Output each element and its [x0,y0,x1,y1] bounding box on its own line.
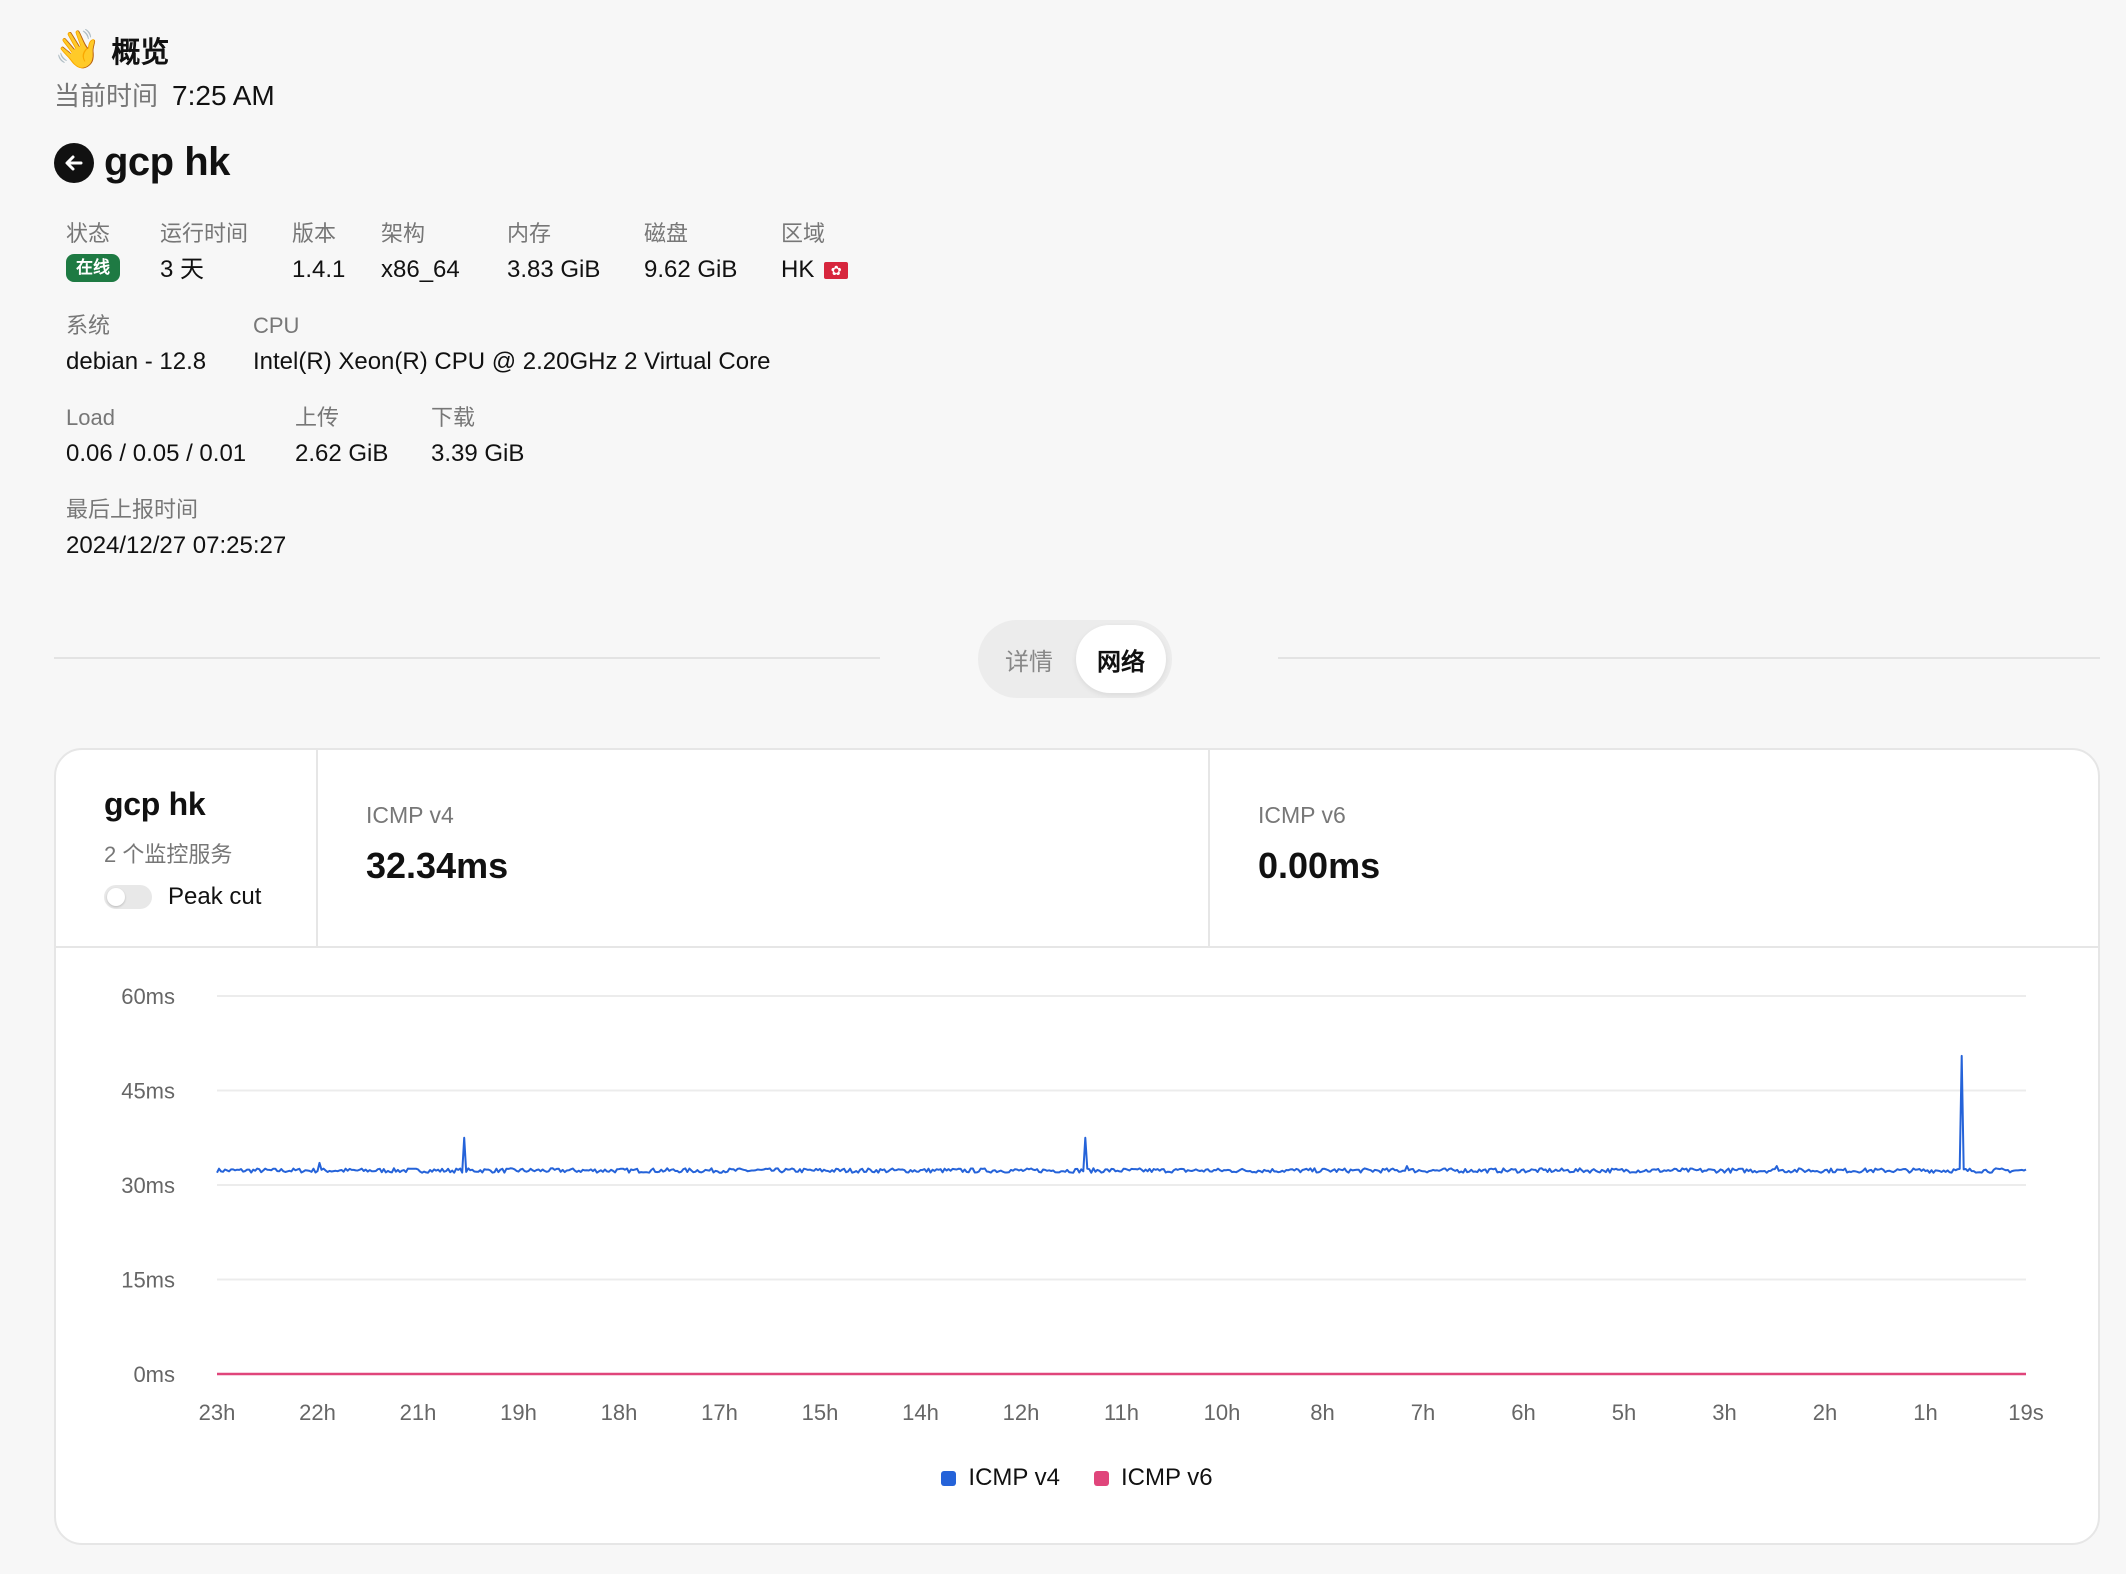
latency-chart: 60ms 45ms 30ms 15ms 0ms 23h 22h 21h 19h 18h 17h 15h… [121,984,2044,1425]
field-download: 下载 3.39 GiB [431,405,525,467]
current-time-label: 当前时间 [54,81,159,111]
legend-item-icmp-v6[interactable]: ICMP v6 [1094,1464,1213,1492]
network-card-header: gcp hk 2 个监控服务 Peak cut ICMP v4 32.34ms … [56,750,2098,948]
chart-legend: ICMP v4 ICMP v6 [56,1464,2098,1492]
x-tick-label: 21h [400,1400,437,1425]
status-badge: 在线 [66,254,120,282]
view-tabs: 详情 网络 [978,620,1172,698]
server-name: gcp hk [104,140,230,184]
field-version: 版本 1.4.1 [292,221,346,283]
field-cpu: CPU Intel(R) Xeon(R) CPU @ 2.20GHz 2 Vir… [253,313,771,375]
x-tick-label: 11h [1104,1400,1139,1425]
current-time-value: 7:25 AM [172,80,275,111]
x-tick-label: 14h [902,1400,939,1425]
x-tick-label: 15h [802,1400,839,1425]
field-upload: 上传 2.62 GiB [295,405,389,467]
back-arrow-icon[interactable] [54,142,94,183]
x-tick-label: 1h [1913,1400,1937,1425]
field-region: 区域 HK ✿ [781,220,849,286]
toggle-knob [107,888,125,906]
divider-right [1278,657,2100,659]
page-title: 概览 [111,37,170,69]
field-status: 状态 在线 [66,220,120,282]
x-tick-label: 3h [1712,1400,1736,1425]
legend-swatch-v4 [941,1470,957,1486]
server-summary: gcp hk 2 个监控服务 Peak cut [56,750,318,946]
y-tick-label: 0ms [133,1362,175,1387]
x-tick-label: 19s [2008,1400,2043,1425]
series-line-icmp-v4 [216,1054,2027,1174]
hong-kong-flag-icon: ✿ [824,261,849,279]
x-tick-label: 6h [1511,1400,1535,1425]
card-server-name: gcp hk [104,786,206,822]
current-time: 当前时间 7:25 AM [54,76,275,113]
peak-cut-toggle[interactable] [104,885,152,909]
field-disk: 磁盘 9.62 GiB [644,221,738,283]
page-header: 👋 概览 [54,28,169,72]
x-tick-label: 8h [1310,1400,1334,1425]
metric-icmp-v4[interactable]: ICMP v4 32.34ms [318,750,1210,946]
x-tick-label: 12h [1003,1400,1040,1425]
x-tick-label: 10h [1204,1400,1241,1425]
x-tick-label: 2h [1813,1400,1837,1425]
tab-network[interactable]: 网络 [1076,625,1166,693]
field-last-report: 最后上报时间 2024/12/27 07:25:27 [66,497,287,559]
field-load: Load 0.06 / 0.05 / 0.01 [66,405,247,467]
x-tick-label: 19h [500,1400,537,1425]
server-title: gcp hk [54,140,230,185]
metric-icmp-v6[interactable]: ICMP v6 0.00ms [1210,750,2098,946]
x-tick-label: 17h [701,1400,738,1425]
tab-detail[interactable]: 详情 [982,625,1076,693]
y-tick-label: 30ms [121,1173,175,1198]
y-tick-label: 60ms [121,984,175,1009]
y-tick-label: 15ms [121,1268,175,1293]
field-uptime: 运行时间 3 天 [160,221,249,283]
x-tick-label: 18h [601,1400,638,1425]
field-os: 系统 debian - 12.8 [66,313,207,375]
y-tick-label: 45ms [121,1079,175,1104]
x-tick-label: 7h [1411,1400,1435,1425]
x-tick-label: 23h [199,1400,236,1425]
legend-swatch-v6 [1094,1470,1109,1486]
network-card: gcp hk 2 个监控服务 Peak cut ICMP v4 32.34ms … [54,748,2100,1545]
legend-item-icmp-v4[interactable]: ICMP v4 [941,1464,1060,1492]
peak-cut-label: Peak cut [168,883,262,910]
waving-hand-icon: 👋 [54,29,102,71]
divider-left [54,657,880,659]
field-arch: 架构 x86_64 [381,221,460,283]
field-memory: 内存 3.83 GiB [507,221,601,283]
x-tick-label: 5h [1612,1400,1636,1425]
x-tick-label: 22h [299,1400,336,1425]
monitor-count: 2 个监控服务 [104,842,233,867]
